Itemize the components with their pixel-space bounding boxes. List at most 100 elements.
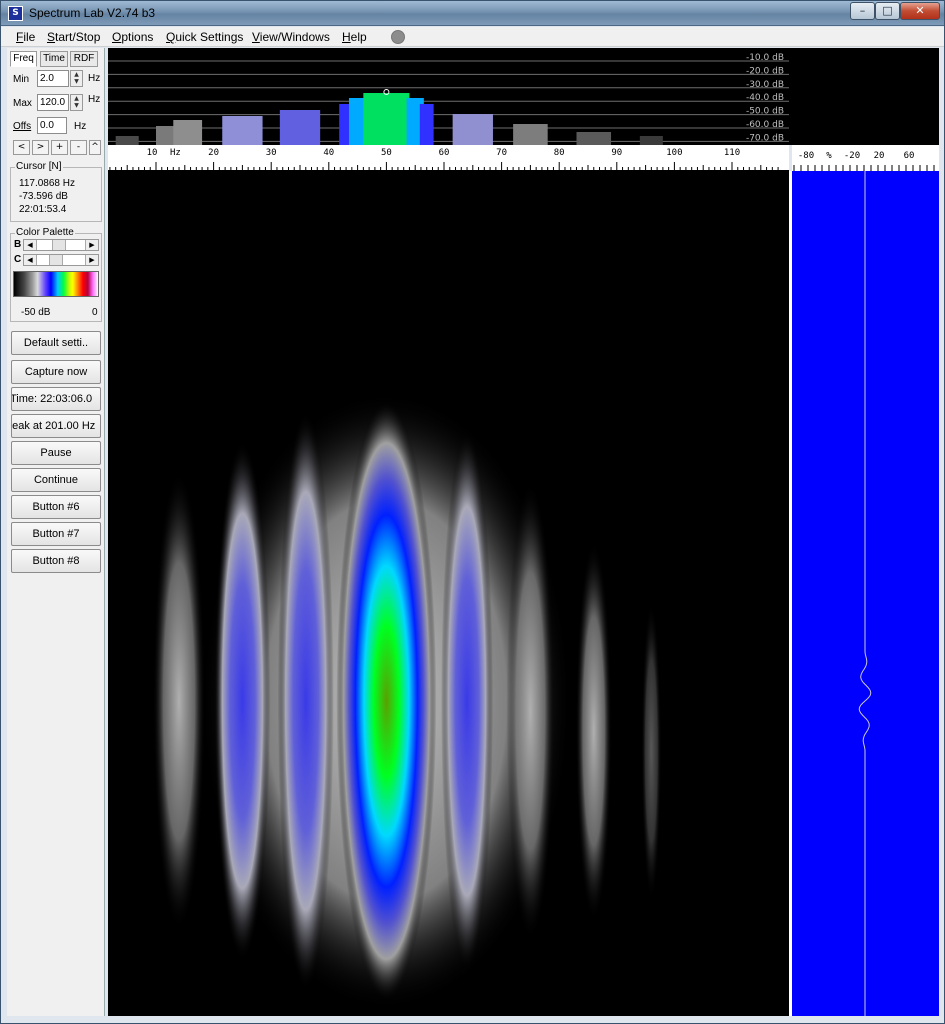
cursor-level: -73.596 dB [19, 191, 68, 202]
waterfall-line [153, 471, 206, 931]
amplitude-corner [789, 48, 939, 145]
offset-field[interactable]: 0.0 [37, 117, 67, 134]
peak-display-button[interactable]: peak at 201.00 Hz [11, 414, 101, 438]
freq-tick-label: 30 [266, 148, 277, 158]
menu-options-hotkey: O [112, 30, 122, 44]
menu-file[interactable]: File [16, 30, 35, 44]
spectrum-bar [452, 114, 493, 145]
brightness-right-arrow[interactable]: ▶ [85, 240, 98, 250]
spectrum-bar [639, 136, 663, 145]
brightness-left-arrow[interactable]: ◀ [24, 240, 37, 250]
menu-bar: File Start/Stop Options Quick Settings V… [1, 27, 944, 47]
freq-tick-label: 50 [381, 148, 392, 158]
frequency-scale[interactable]: 10 20 30 40 50 60 70 80 90 100 110 Hz [108, 145, 789, 171]
capture-now-button[interactable]: Capture now [11, 360, 101, 384]
brightness-thumb[interactable] [52, 240, 67, 250]
min-unit: Hz [88, 73, 101, 84]
min-freq-field[interactable]: 2.0 [37, 70, 69, 87]
waterfall-line [277, 411, 334, 991]
palette-max-label: 0 [92, 307, 98, 318]
spectrum-bar [419, 104, 434, 145]
minimize-button[interactable]: – [850, 2, 875, 20]
freq-tick-label: 60 [439, 148, 450, 158]
spectrum-bar [279, 110, 321, 145]
freq-tick-label: 20 [208, 148, 219, 158]
cursor-time: 22:01:53.4 [19, 204, 67, 215]
amplitude-scale[interactable]: -80% -20 20 60 [792, 145, 939, 171]
amplitude-scale-svg: -80% -20 20 60 [793, 151, 935, 171]
tab-rdf[interactable]: RDF [70, 51, 98, 67]
db-label: -40.0 dB [746, 93, 784, 103]
spectrum-bar [513, 124, 548, 145]
time-domain-svg [858, 171, 872, 1016]
min-freq-spinner[interactable]: ▲ ▼ [70, 70, 83, 87]
color-palette-bar[interactable] [13, 271, 99, 297]
menu-options[interactable]: Options [112, 30, 153, 44]
user-button-8[interactable]: Button #8 [11, 549, 101, 573]
db-label: -50.0 dB [746, 107, 784, 117]
contrast-right-arrow[interactable]: ▶ [85, 255, 98, 265]
time-domain-plot[interactable] [792, 171, 939, 1016]
menu-view-windows-hotkey: V [252, 30, 260, 44]
pause-button[interactable]: Pause [11, 441, 101, 465]
waterfall-svg [153, 391, 662, 1011]
app-window: S Spectrum Lab V2.74 b3 – □ ✕ File Start… [0, 0, 945, 1024]
contrast-slider[interactable]: ◀ ▶ [23, 254, 99, 266]
window-title: Spectrum Lab V2.74 b3 [29, 6, 156, 20]
db-label: -60.0 dB [746, 120, 784, 130]
menu-quick-settings[interactable]: Quick Settings [166, 30, 243, 44]
menu-view-windows[interactable]: View/Windows [252, 30, 330, 44]
db-label: -70.0 dB [746, 133, 784, 143]
default-settings-button[interactable]: Default setti.. [11, 331, 101, 355]
offs-unit: Hz [74, 121, 87, 132]
palette-min-label: -50 dB [21, 307, 51, 318]
scroll-left-button[interactable]: < [13, 140, 30, 155]
freq-tick-label: 10 [147, 148, 158, 158]
contrast-label: C [14, 254, 22, 265]
user-button-6[interactable]: Button #6 [11, 495, 101, 519]
amplitude-tick-label: 20 [874, 151, 885, 161]
menu-options-label: ptions [121, 30, 154, 44]
record-indicator-icon[interactable] [391, 30, 405, 44]
maximize-button[interactable]: □ [875, 2, 900, 20]
menu-file-label: ile [23, 30, 36, 44]
freq-tick-label: 110 [724, 148, 740, 158]
spectrum-bar [173, 120, 203, 145]
brightness-slider[interactable]: ◀ ▶ [23, 239, 99, 251]
menu-start-stop-label: tart/Stop [55, 30, 101, 44]
color-palette-title: Color Palette [15, 227, 75, 238]
title-bar[interactable]: S Spectrum Lab V2.74 b3 – □ ✕ [1, 1, 944, 26]
tab-freq[interactable]: Freq [10, 51, 37, 67]
close-button[interactable]: ✕ [900, 2, 940, 20]
waterfall-line [641, 601, 662, 901]
freq-tick-label: 100 [666, 148, 682, 158]
zoom-out-button[interactable]: - [70, 140, 87, 155]
waterfall-display[interactable] [108, 171, 789, 1016]
tab-time[interactable]: Time [40, 51, 68, 67]
time-display-button[interactable]: Time: 22:03:06.0 [11, 387, 101, 411]
scroll-right-button[interactable]: > [32, 140, 49, 155]
waterfall-line [441, 431, 494, 971]
menu-start-stop[interactable]: Start/Stop [47, 30, 100, 44]
cursor-group-title: Cursor [N] [15, 161, 63, 172]
menu-help[interactable]: Help [342, 30, 367, 44]
contrast-left-arrow[interactable]: ◀ [24, 255, 37, 265]
user-button-7[interactable]: Button #7 [11, 522, 101, 546]
spectrum-graph[interactable]: -10.0 dB -20.0 dB -30.0 dB -40.0 dB -50.0 dB… [108, 48, 789, 145]
zoom-in-button[interactable]: + [51, 140, 68, 155]
spectrum-bar [576, 132, 612, 145]
spectrum-lab-app-icon: S [8, 6, 23, 21]
waterfall-line [575, 541, 612, 921]
min-label: Min [13, 74, 30, 85]
continue-button[interactable]: Continue [11, 468, 101, 492]
max-label: Max [13, 98, 32, 109]
collapse-button[interactable]: ^ [89, 140, 101, 155]
menu-quick-settings-hotkey: Q [166, 30, 176, 44]
menu-help-hotkey: H [342, 30, 351, 44]
max-freq-spinner[interactable]: ▲ ▼ [70, 94, 83, 111]
freq-tick-label: 90 [611, 148, 622, 158]
contrast-thumb[interactable] [48, 255, 63, 265]
menu-quick-settings-label: uick Settings [175, 30, 244, 44]
spectrum-bar [222, 116, 263, 145]
max-freq-field[interactable]: 120.0 [37, 94, 69, 111]
